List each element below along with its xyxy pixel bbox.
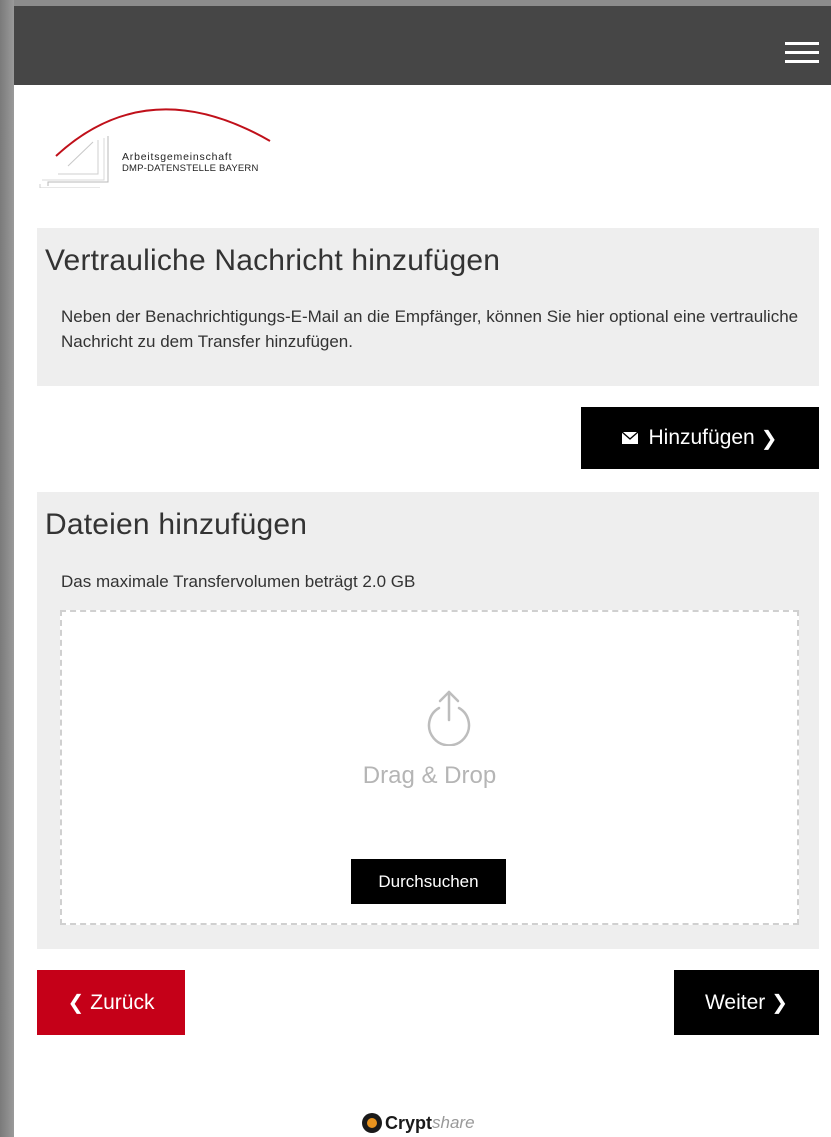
files-section-title: Dateien hinzufügen [45,508,308,541]
logo-text: Arbeitsgemeinschaft DMP-DATENSTELLE BAYE… [122,151,259,175]
logo-line-2: DMP-DATENSTELLE BAYERN [122,163,259,174]
hamburger-menu-icon[interactable] [785,42,819,64]
file-dropzone[interactable]: Drag & Drop Durchsuchen [60,610,799,925]
add-message-button-label: Hinzufügen [648,426,755,449]
window-frame-left [0,0,14,1137]
transfer-limit-text: Das maximale Transfervolumen beträgt 2.0… [61,572,416,591]
drag-drop-label: Drag & Drop [362,762,497,789]
chevron-left-icon: ❮ [67,992,85,1014]
top-navigation-bar [14,6,831,85]
logo-arc-graphic [39,108,271,189]
confidential-message-panel: Vertrauliche Nachricht hinzufügen Neben … [37,228,819,386]
cryptshare-brand-light: share [432,1113,475,1132]
cryptshare-brand-bold: Crypt [385,1112,433,1133]
cryptshare-logo-icon [362,1113,382,1133]
back-button[interactable]: ❮ Zurück [37,970,185,1035]
chevron-right-icon: ❯ [760,427,778,450]
dmp-logo: Arbeitsgemeinschaft DMP-DATENSTELLE BAYE… [38,96,298,189]
envelope-icon [622,432,639,444]
add-message-button[interactable]: Hinzufügen ❯ [581,407,819,469]
next-button[interactable]: Weiter ❯ [674,970,819,1035]
logo-line-1: Arbeitsgemeinschaft [122,151,233,163]
add-files-panel: Dateien hinzufügen Das maximale Transfer… [37,492,819,949]
next-button-label: Weiter [704,990,766,1014]
back-button-label: Zurück [90,990,155,1014]
upload-icon [427,690,471,746]
cryptshare-logo: Crypt share [362,1112,475,1134]
chevron-right-icon: ❯ [771,992,789,1014]
browse-button[interactable]: Durchsuchen [351,859,506,904]
message-section-description: Neben der Benachrichtigungs-E-Mail an di… [61,307,799,351]
message-section-title: Vertrauliche Nachricht hinzufügen [45,244,501,277]
